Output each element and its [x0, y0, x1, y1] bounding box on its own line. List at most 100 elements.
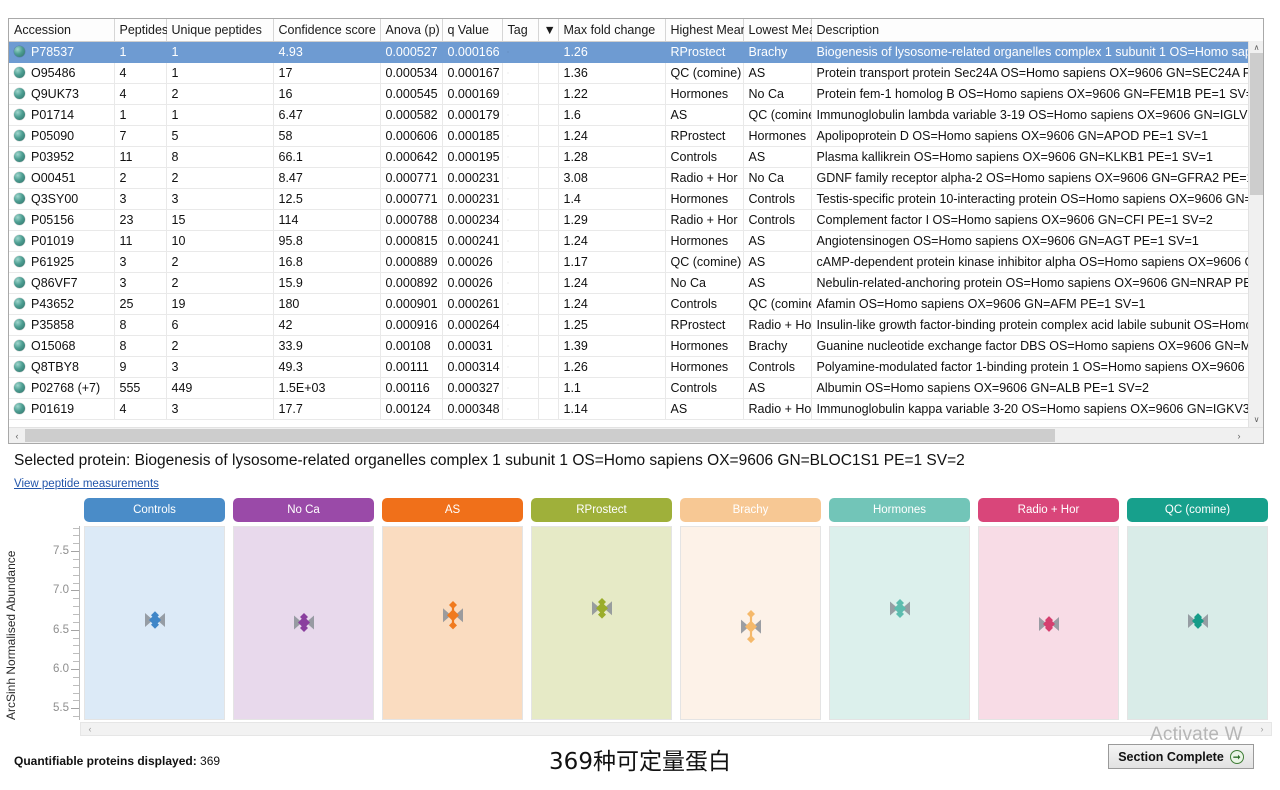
table-row[interactable]: P35858 8 6 42 0.000916 0.000264 1.25 RProstect R…	[9, 314, 1263, 336]
scroll-right-icon[interactable]: ›	[1231, 428, 1247, 443]
condition-header-hormones[interactable]: Hormones	[829, 498, 970, 522]
chart-data-point[interactable]	[734, 606, 768, 647]
table-row[interactable]: P43652 25 19 180 0.000901 0.000261 1.24 Control…	[9, 293, 1263, 315]
abundance-chart: 5.5 6.0 6.5 7.0 7.5 Controls No Ca AS RProstect…	[10, 498, 1272, 736]
column-header-anova-p[interactable]: Anova (p)	[380, 19, 443, 42]
cell-confidence-score: 66.1	[273, 146, 381, 168]
cell-tag[interactable]	[502, 230, 539, 252]
cell-tag[interactable]	[502, 293, 539, 315]
vertical-scroll-thumb[interactable]	[1250, 53, 1263, 195]
grid-horizontal-scrollbar[interactable]: ‹ ›	[9, 427, 1263, 443]
section-complete-button[interactable]: Section Complete ➞	[1108, 744, 1254, 769]
y-axis-tick	[71, 629, 79, 631]
cell-tag[interactable]	[502, 335, 539, 357]
chart-data-point[interactable]	[883, 595, 917, 622]
cell-tag[interactable]	[502, 251, 539, 273]
table-row[interactable]: P01619 4 3 17.7 0.00124 0.000348 1.14 AS Radio +…	[9, 398, 1263, 420]
table-row[interactable]: P01019 11 10 95.8 0.000815 0.000241 1.24 Hormon…	[9, 230, 1263, 252]
cell-tag[interactable]	[502, 188, 539, 210]
cell-lowest-mean: Controls	[743, 356, 812, 378]
grid-vertical-scrollbar[interactable]: ∧ ∨	[1248, 41, 1263, 427]
table-row[interactable]: O95486 4 1 17 0.000534 0.000167 1.36 QC (comine…	[9, 62, 1263, 84]
column-header-accession[interactable]: Accession	[9, 19, 115, 42]
cell-anova-p: 0.00111	[380, 356, 443, 378]
cell-accession: P01714	[9, 104, 115, 126]
cell-tag[interactable]	[502, 104, 539, 126]
table-row[interactable]: P61925 3 2 16.8 0.000889 0.00026 1.17 QC (comin…	[9, 251, 1263, 273]
cell-tag-filter	[538, 62, 559, 84]
condition-header-no-ca[interactable]: No Ca	[233, 498, 374, 522]
column-header-peptides[interactable]: Peptides	[114, 19, 168, 42]
cell-accession: O00451	[9, 167, 115, 189]
table-row[interactable]: Q86VF7 3 2 15.9 0.000892 0.00026 1.24 No Ca AS Ne…	[9, 272, 1263, 294]
column-header-highest-mean[interactable]: Highest Mean	[665, 19, 748, 42]
y-axis-tick-label: 6.0	[53, 662, 69, 675]
chart-data-point[interactable]	[1181, 608, 1215, 634]
condition-header-qc-comine[interactable]: QC (comine)	[1127, 498, 1268, 522]
column-header-unique-peptides[interactable]: Unique peptides	[166, 19, 274, 42]
table-row[interactable]: Q9UK73 4 2 16 0.000545 0.000169 1.22 Hormones No…	[9, 83, 1263, 105]
chart-horizontal-scrollbar[interactable]: ‹ ›	[80, 722, 1272, 736]
y-axis-tick	[73, 582, 79, 584]
scroll-down-icon[interactable]: ∨	[1249, 413, 1263, 427]
chart-data-point[interactable]	[287, 609, 321, 636]
condition-header-brachy[interactable]: Brachy	[680, 498, 821, 522]
chart-scroll-right-icon[interactable]: ›	[1255, 723, 1269, 735]
cell-tag[interactable]	[502, 398, 539, 420]
condition-header-rprostect[interactable]: RProstect	[531, 498, 672, 522]
cell-tag[interactable]	[502, 146, 539, 168]
chart-data-point[interactable]	[138, 607, 172, 633]
table-row[interactable]: Q3SY00 3 3 12.5 0.000771 0.000231 1.4 Hormones C…	[9, 188, 1263, 210]
cell-tag[interactable]	[502, 314, 539, 336]
cell-lowest-mean: QC (comine)	[743, 293, 812, 315]
table-row[interactable]: P02768 (+7) 555 449 1.5E+03 0.00116 0.000327 1…	[9, 377, 1263, 399]
y-axis-tick	[73, 621, 79, 623]
tag-filter-dropdown-icon[interactable]: ▼	[538, 19, 559, 42]
cell-tag[interactable]	[502, 125, 539, 147]
condition-header-controls[interactable]: Controls	[84, 498, 225, 522]
scroll-left-icon[interactable]: ‹	[9, 428, 25, 443]
chart-data-point[interactable]	[585, 594, 619, 623]
chart-scroll-left-icon[interactable]: ‹	[83, 723, 97, 735]
cell-accession: P01619	[9, 398, 115, 420]
cell-tag[interactable]	[502, 83, 539, 105]
accession-text: Q8TBY8	[31, 359, 79, 374]
cell-tag[interactable]	[502, 62, 539, 84]
cell-tag[interactable]	[502, 377, 539, 399]
cell-anova-p: 0.000534	[380, 62, 443, 84]
table-row[interactable]: Q8TBY8 9 3 49.3 0.00111 0.000314 1.26 Hormones C…	[9, 356, 1263, 378]
cell-accession: Q9UK73	[9, 83, 115, 105]
horizontal-scroll-thumb[interactable]	[25, 429, 1055, 442]
column-header-tag[interactable]: Tag	[502, 19, 539, 42]
cell-tag[interactable]	[502, 356, 539, 378]
cell-tag[interactable]	[502, 209, 539, 231]
table-row[interactable]: P78537 1 1 4.93 0.000527 0.000166 1.26 RProstec…	[9, 41, 1263, 63]
cell-tag[interactable]	[502, 167, 539, 189]
column-header-description[interactable]: Description	[811, 19, 1263, 42]
cell-tag[interactable]	[502, 41, 539, 63]
condition-header-as[interactable]: AS	[382, 498, 523, 522]
cell-tag[interactable]	[502, 272, 539, 294]
protein-results-grid[interactable]: Accession Peptides Unique peptides Confiden…	[8, 18, 1264, 444]
view-peptide-measurements-link[interactable]: View peptide measurements	[14, 478, 159, 490]
chart-data-point[interactable]	[436, 597, 470, 633]
chart-data-point[interactable]	[1032, 611, 1066, 637]
table-row[interactable]: P05156 23 15 114 0.000788 0.000234 1.29 Radio +…	[9, 209, 1263, 231]
table-row[interactable]: P03952 11 8 66.1 0.000642 0.000195 1.28 Control…	[9, 146, 1263, 168]
y-axis-tick	[73, 676, 79, 678]
table-row[interactable]: P01714 1 1 6.47 0.000582 0.000179 1.6 AS QC (com…	[9, 104, 1263, 126]
cell-unique-peptides: 2	[166, 335, 274, 357]
cell-max-fold-change: 1.26	[558, 356, 666, 378]
table-row[interactable]: P05090 7 5 58 0.000606 0.000185 1.24 RProstect H…	[9, 125, 1263, 147]
column-header-max-fold-change[interactable]: Max fold change	[558, 19, 666, 42]
column-header-q-value[interactable]: q Value	[442, 19, 503, 42]
cell-highest-mean: Hormones	[665, 335, 744, 357]
cell-q-value: 0.000231	[442, 167, 503, 189]
condition-panel-controls	[84, 526, 225, 720]
table-row[interactable]: O00451 2 2 8.47 0.000771 0.000231 3.08 Radio + …	[9, 167, 1263, 189]
condition-header-radio-hor[interactable]: Radio + Hor	[978, 498, 1119, 522]
table-row[interactable]: O15068 8 2 33.9 0.00108 0.00031 1.39 Hormones Br…	[9, 335, 1263, 357]
column-header-confidence-score[interactable]: Confidence score	[273, 19, 381, 42]
cell-q-value: 0.000231	[442, 188, 503, 210]
column-header-lowest-mean[interactable]: Lowest Mean	[743, 19, 823, 42]
